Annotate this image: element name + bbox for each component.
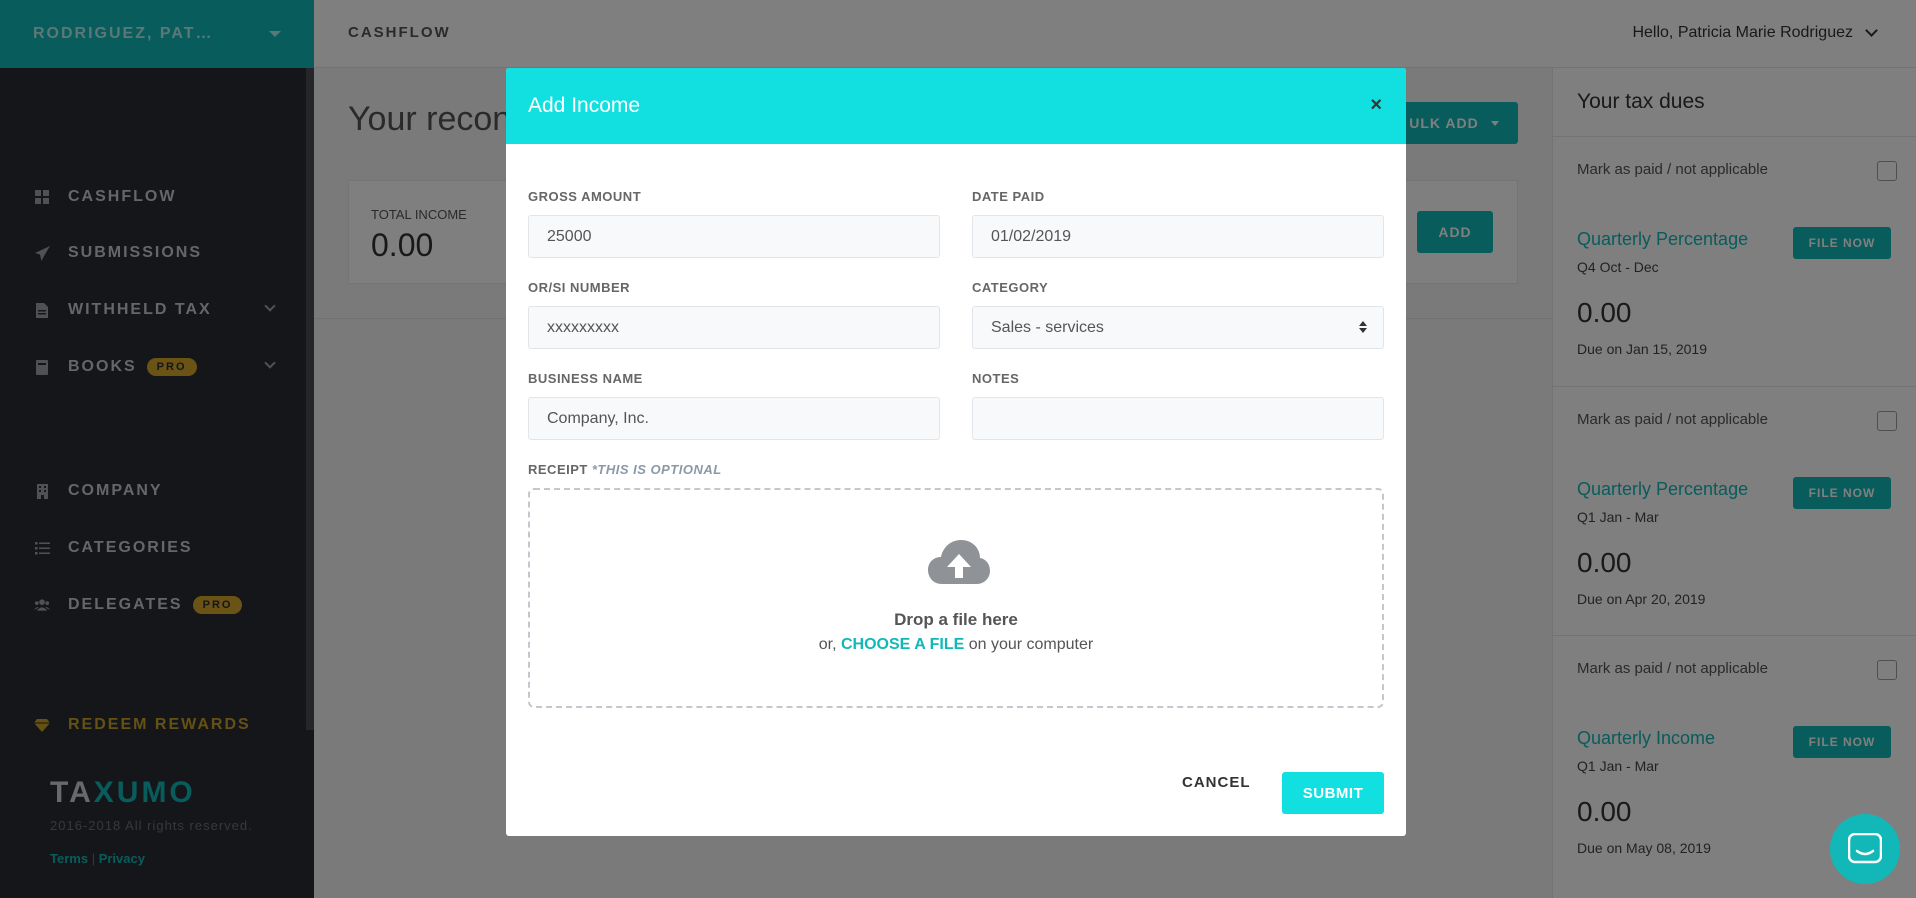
drop-suffix: on your computer xyxy=(968,636,1094,653)
category-select[interactable]: Sales - services xyxy=(972,306,1384,349)
drop-title: Drop a file here xyxy=(894,610,1018,629)
chat-launcher[interactable] xyxy=(1830,814,1900,884)
receipt-label: RECEIPT *THIS IS OPTIONAL xyxy=(528,462,722,477)
drop-prefix: or, xyxy=(818,636,837,653)
business-name-input[interactable]: Company, Inc. xyxy=(528,397,940,440)
notes-input[interactable] xyxy=(972,397,1384,440)
chat-icon xyxy=(1848,833,1882,864)
date-paid-label: DATE PAID xyxy=(972,189,1045,204)
cloud-upload-icon xyxy=(928,540,990,584)
submit-button[interactable]: SUBMIT xyxy=(1282,772,1384,814)
receipt-optional-note: *THIS IS OPTIONAL xyxy=(591,462,722,477)
gross-amount-input[interactable]: 25000 xyxy=(528,215,940,258)
cancel-button[interactable]: CANCEL xyxy=(1182,774,1251,791)
close-icon[interactable]: × xyxy=(1370,94,1382,117)
choose-file-link[interactable]: CHOOSE A FILE xyxy=(841,636,964,653)
or-si-number-label: OR/SI NUMBER xyxy=(528,280,631,295)
drop-subtitle: or, CHOOSE A FILE on your computer xyxy=(530,636,1382,654)
notes-label: NOTES xyxy=(972,371,1020,386)
select-arrows-icon xyxy=(1359,321,1367,333)
category-label: CATEGORY xyxy=(972,280,1049,295)
modal-header: Add Income × xyxy=(506,68,1406,144)
add-income-modal: Add Income × GROSS AMOUNT 25000 DATE PAI… xyxy=(506,68,1406,836)
or-si-number-input[interactable]: xxxxxxxxx xyxy=(528,306,940,349)
gross-amount-label: GROSS AMOUNT xyxy=(528,189,642,204)
category-selected-value: Sales - services xyxy=(991,318,1104,336)
modal-title: Add Income xyxy=(528,94,641,117)
receipt-dropzone[interactable]: Drop a file here or, CHOOSE A FILE on yo… xyxy=(528,488,1384,708)
business-name-label: BUSINESS NAME xyxy=(528,371,643,386)
receipt-label-text: RECEIPT xyxy=(528,462,588,477)
date-paid-input[interactable]: 01/02/2019 xyxy=(972,215,1384,258)
